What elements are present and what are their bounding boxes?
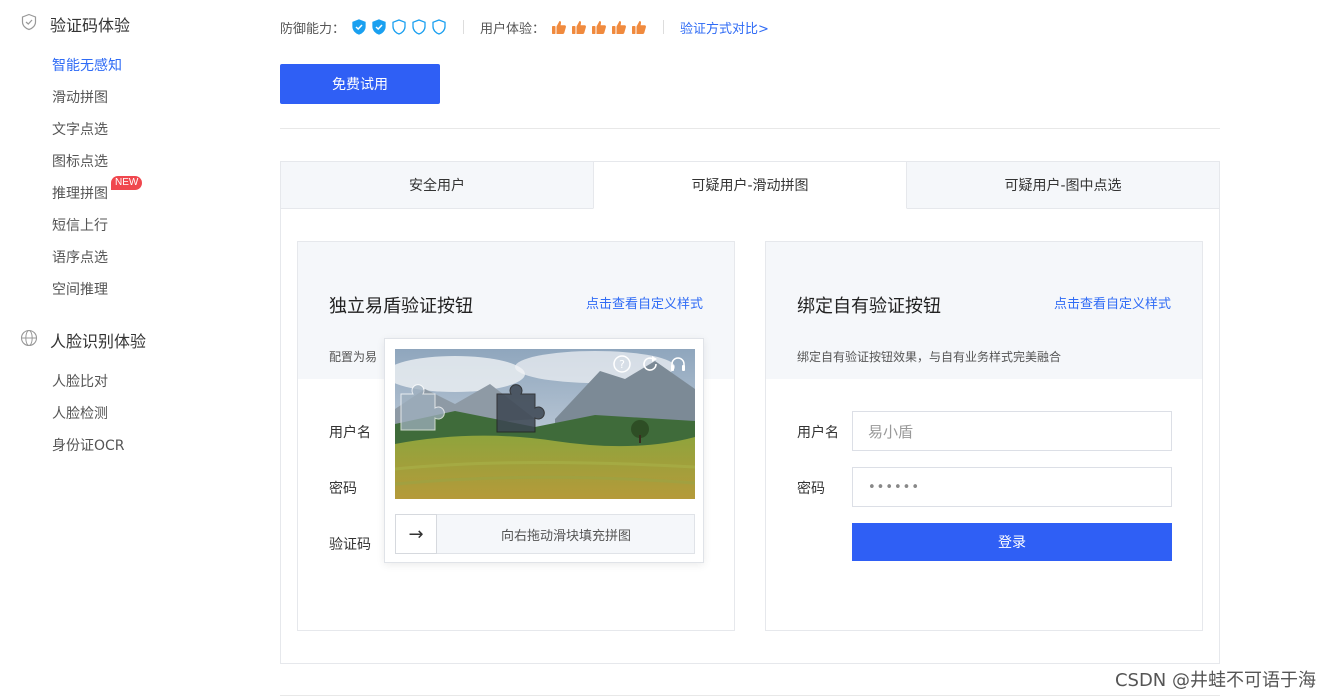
globe-icon bbox=[20, 329, 38, 351]
password-label: 密码 bbox=[329, 481, 357, 497]
divider bbox=[280, 128, 1220, 129]
captcha-image: ? bbox=[395, 349, 695, 499]
nav-item-sms[interactable]: 短信上行 bbox=[52, 215, 108, 235]
tab-bar: 安全用户 可疑用户-滑动拼图 可疑用户-图中点选 bbox=[281, 162, 1219, 209]
shield-icon bbox=[351, 19, 367, 35]
nav-item-word-order[interactable]: 语序点选 bbox=[52, 247, 108, 267]
section-captcha-header: 验证码体验 bbox=[20, 12, 130, 36]
watermark: CSDN @井蛙不可语于海 bbox=[1114, 670, 1316, 691]
custom-style-link[interactable]: 点击查看自定义样式 bbox=[586, 293, 703, 312]
nav-item-slide-puzzle[interactable]: 滑动拼图 bbox=[52, 87, 108, 107]
divider bbox=[663, 20, 665, 34]
shield-icon bbox=[20, 13, 38, 35]
sidebar: 验证码体验 智能无感知 滑动拼图 文字点选 图标点选 推理拼图 NEW 短信上行… bbox=[0, 0, 240, 697]
thumbs-up-icon bbox=[611, 19, 627, 35]
username-input[interactable]: 易小盾 bbox=[852, 411, 1172, 451]
experience-rating bbox=[551, 19, 647, 35]
refresh-icon[interactable] bbox=[639, 353, 661, 375]
card-title: 独立易盾验证按钮 bbox=[329, 296, 473, 317]
card-title: 绑定自有验证按钮 bbox=[797, 296, 941, 317]
nav-item-face-detect[interactable]: 人脸检测 bbox=[52, 403, 108, 423]
compare-link[interactable]: 验证方式对比> bbox=[680, 18, 769, 37]
card-description: 配置为易 bbox=[329, 350, 378, 364]
thumbs-up-icon bbox=[591, 19, 607, 35]
nav-item-text-click[interactable]: 文字点选 bbox=[52, 119, 108, 139]
shield-icon bbox=[391, 19, 407, 35]
card-description: 绑定自有验证按钮效果，与自有业务样式完美融合 bbox=[797, 350, 1062, 364]
audio-icon[interactable] bbox=[667, 353, 689, 375]
divider bbox=[463, 20, 465, 34]
custom-style-link[interactable]: 点击查看自定义样式 bbox=[1054, 293, 1171, 312]
username-label: 用户名 bbox=[329, 425, 371, 441]
username-label: 用户名 bbox=[797, 425, 839, 441]
thumbs-up-icon bbox=[571, 19, 587, 35]
nav-item-spatial[interactable]: 空间推理 bbox=[52, 279, 108, 299]
new-badge: NEW bbox=[111, 176, 143, 190]
free-trial-button[interactable]: 免费试用 bbox=[280, 64, 440, 104]
thumbs-up-icon bbox=[631, 19, 647, 35]
captcha-tools: ? bbox=[611, 353, 689, 375]
custom-button-card: 绑定自有验证按钮 点击查看自定义样式 绑定自有验证按钮效果，与自有业务样式完美融… bbox=[765, 241, 1203, 631]
capability-bar: 防御能力： 用户体验： 验证方式对比> bbox=[280, 16, 769, 38]
experience-label: 用户体验： bbox=[480, 21, 546, 37]
login-button[interactable]: 登录 bbox=[852, 523, 1172, 561]
section-face-title: 人脸识别体验 bbox=[50, 332, 147, 351]
section-face-header: 人脸识别体验 bbox=[20, 328, 146, 352]
captcha-label: 验证码 bbox=[329, 537, 371, 553]
tab-safe-user[interactable]: 安全用户 bbox=[281, 162, 593, 209]
password-input[interactable]: •••••• bbox=[852, 467, 1172, 507]
help-icon[interactable]: ? bbox=[611, 353, 633, 375]
tab-suspicious-slide[interactable]: 可疑用户-滑动拼图 bbox=[593, 162, 907, 209]
nav-item-face-compare[interactable]: 人脸比对 bbox=[52, 371, 108, 391]
divider bbox=[280, 695, 1220, 696]
defense-rating bbox=[351, 19, 447, 35]
nav-item-reasoning-puzzle[interactable]: 推理拼图 bbox=[52, 183, 108, 203]
nav-item-smart[interactable]: 智能无感知 bbox=[52, 55, 122, 75]
section-captcha-title: 验证码体验 bbox=[50, 16, 131, 35]
shield-icon bbox=[431, 19, 447, 35]
svg-text:?: ? bbox=[619, 358, 625, 371]
shield-icon bbox=[371, 19, 387, 35]
password-label: 密码 bbox=[797, 481, 825, 497]
card-header: 绑定自有验证按钮 点击查看自定义样式 绑定自有验证按钮效果，与自有业务样式完美融… bbox=[766, 242, 1202, 379]
defense-label: 防御能力： bbox=[280, 21, 346, 37]
slider-hint: 向右拖动滑块填充拼图 bbox=[500, 528, 631, 544]
tab-suspicious-click[interactable]: 可疑用户-图中点选 bbox=[907, 162, 1219, 209]
thumbs-up-icon bbox=[551, 19, 567, 35]
nav-item-icon-click[interactable]: 图标点选 bbox=[52, 151, 108, 171]
nav-item-id-ocr[interactable]: 身份证OCR bbox=[52, 435, 125, 455]
shield-icon bbox=[411, 19, 427, 35]
slider-handle[interactable]: → bbox=[395, 514, 437, 554]
slider-track[interactable]: → 向右拖动滑块填充拼图 bbox=[395, 514, 695, 554]
slide-captcha-popup: ? → 向右拖动滑块填充拼图 bbox=[384, 338, 704, 563]
